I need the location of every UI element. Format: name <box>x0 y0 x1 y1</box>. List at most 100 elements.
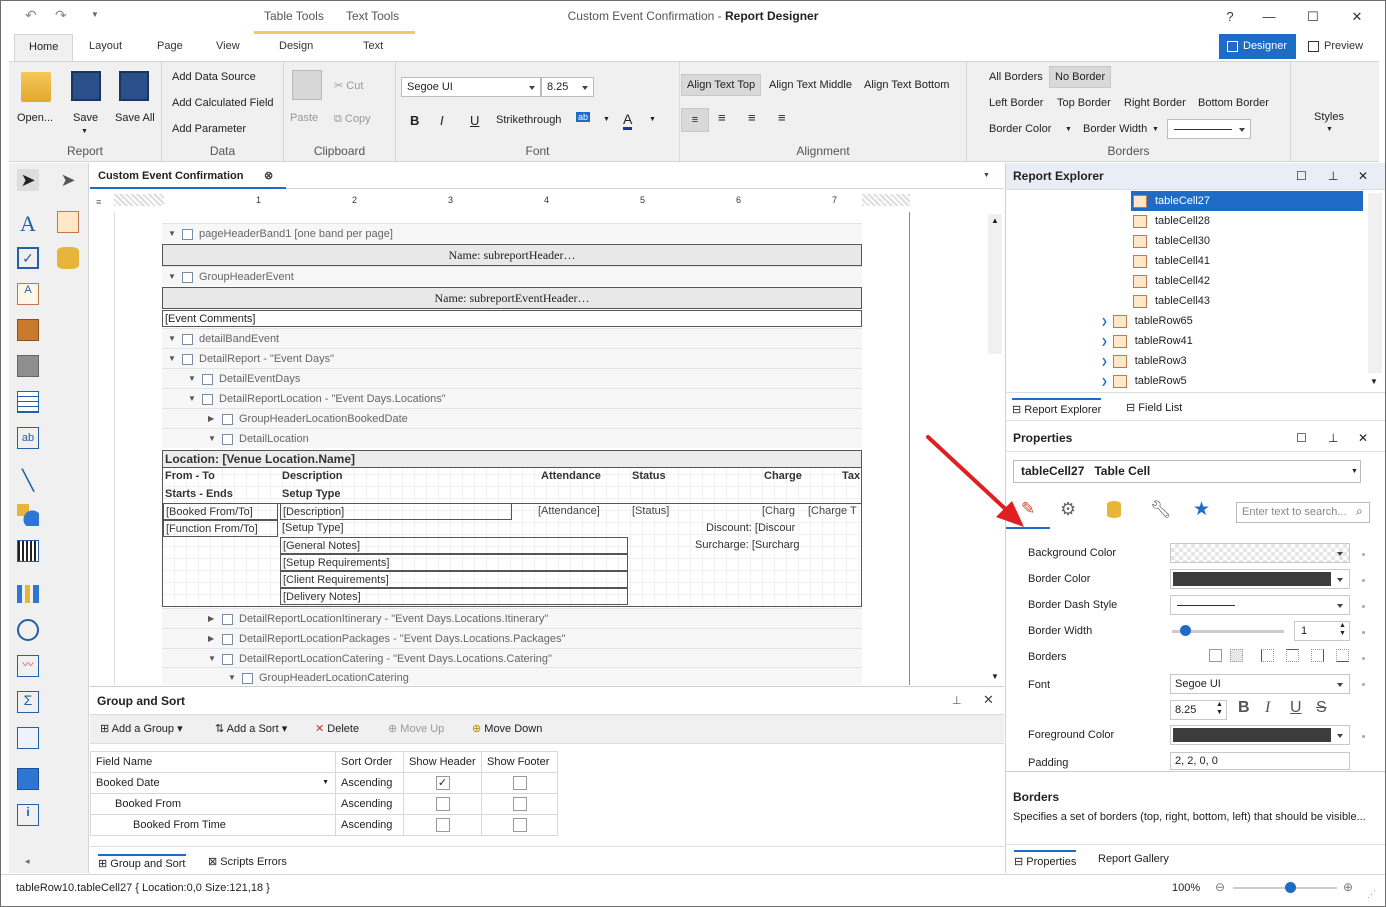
border-right-icon[interactable] <box>1311 649 1324 662</box>
close-properties-icon[interactable]: ✕ <box>1358 425 1368 452</box>
tree-item-row65[interactable]: ❯ tableRow65 <box>1101 311 1193 331</box>
close-document-icon[interactable]: ⊗ <box>264 169 273 182</box>
show-header-checkbox[interactable]: ✓ <box>435 776 450 790</box>
tree-item-cell43[interactable]: tableCell43 <box>1133 291 1210 311</box>
charge-cell[interactable]: [Charg <box>760 503 802 520</box>
show-header-checkbox[interactable] <box>435 818 450 832</box>
band-group-header-catering[interactable]: ▼ GroupHeaderLocationCatering <box>162 667 862 685</box>
scripts-errors-tab[interactable]: ⊠ Scripts Errors <box>208 855 287 868</box>
align-text-bottom-button[interactable]: Align Text Bottom <box>864 79 949 91</box>
field-name-cell[interactable]: Booked From <box>90 793 336 815</box>
general-notes-cell[interactable]: [General Notes] <box>280 537 628 554</box>
delete-button[interactable]: ✕ Delete <box>315 722 359 735</box>
border-width-button[interactable]: Border Width <box>1083 123 1147 135</box>
summary-icon[interactable]: Σ <box>17 691 39 713</box>
align-left-button[interactable]: ≡ <box>681 108 709 132</box>
tab-page[interactable]: Page <box>157 40 183 52</box>
top-border-button[interactable]: Top Border <box>1057 97 1111 109</box>
border-top-icon[interactable] <box>1286 649 1299 662</box>
open-button[interactable]: Open... <box>17 112 53 124</box>
sort-order-cell[interactable]: Ascending <box>335 793 404 815</box>
band-detail-location[interactable]: ▼ DetailLocation <box>162 428 862 448</box>
table-row[interactable]: Booked From Ascending <box>90 793 558 815</box>
styles-button[interactable]: Styles <box>1314 111 1344 123</box>
pin-properties-icon[interactable]: ⊥ <box>1328 425 1338 452</box>
design-surface[interactable]: ≡ 1 2 3 4 5 6 7 ▼ pageHeaderBand1 [one ba… <box>90 190 1004 685</box>
header-attendance[interactable]: Attendance <box>539 468 629 485</box>
search-icon[interactable]: ⌕ <box>1356 504 1363 519</box>
tree-item-cell30[interactable]: tableCell30 <box>1133 231 1210 251</box>
tree-item-row5[interactable]: ❯ tableRow5 <box>1101 371 1187 391</box>
subheader-starts-ends[interactable]: Starts - Ends <box>163 486 278 503</box>
border-left-icon[interactable] <box>1261 649 1274 662</box>
label-icon[interactable]: A <box>17 211 39 236</box>
expand-icon[interactable]: ❯ <box>1101 377 1108 386</box>
barcode-icon[interactable] <box>17 540 39 562</box>
band-group-header-event[interactable]: ▼ GroupHeaderEvent <box>162 266 862 286</box>
description-cell[interactable]: [Description] <box>280 503 512 520</box>
maximize-properties-icon[interactable]: ☐ <box>1296 425 1307 452</box>
align-text-top-button[interactable]: Align Text Top <box>681 74 762 96</box>
show-footer-checkbox[interactable] <box>512 818 527 832</box>
subheader-setup-type[interactable]: Setup Type <box>280 486 530 503</box>
setup-type-cell[interactable]: [Setup Type] <box>280 520 512 537</box>
no-border-button[interactable]: No Border <box>1049 66 1112 88</box>
save-all-button[interactable]: Save All <box>115 112 155 124</box>
border-color-button[interactable]: Border Color <box>989 123 1051 135</box>
tab-home[interactable]: Home <box>14 34 74 62</box>
property-search-input[interactable]: Enter text to search... <box>1236 502 1370 523</box>
col-show-header[interactable]: Show Header <box>403 751 482 773</box>
band-packages[interactable]: ▶ DetailReportLocationPackages - "Event D… <box>162 628 862 648</box>
design-vertical-scrollbar[interactable] <box>988 214 1002 354</box>
pointer-icon[interactable]: ➤ <box>17 169 39 191</box>
add-calculated-field-button[interactable]: Add Calculated Field <box>172 97 274 109</box>
show-footer-checkbox[interactable] <box>512 797 527 811</box>
database-icon[interactable] <box>57 247 79 269</box>
table-grid-icon[interactable] <box>17 391 39 413</box>
show-header-checkbox[interactable] <box>435 797 450 811</box>
band-group-header-booked[interactable]: ▶ GroupHeaderLocationBookedDate <box>162 408 862 428</box>
line-icon[interactable]: ╲ <box>17 468 39 492</box>
setup-requirements-cell[interactable]: [Setup Requirements] <box>280 554 628 571</box>
tree-item-row41[interactable]: ❯ tableRow41 <box>1101 331 1193 351</box>
behavior-gear-icon[interactable]: ⚙ <box>1060 499 1084 520</box>
page-info-icon[interactable] <box>17 727 39 749</box>
prop-bold-button[interactable]: B <box>1238 699 1250 717</box>
border-bottom-icon[interactable] <box>1336 649 1349 662</box>
table-row[interactable]: Booked Date ▼ Ascending ✓ <box>90 772 558 794</box>
picture-box-icon[interactable] <box>17 319 39 341</box>
add-sort-button[interactable]: ⇅ Add a Sort ▾ <box>215 722 287 735</box>
maximize-button[interactable]: ☐ <box>1293 5 1333 29</box>
pin-icon[interactable]: ⊥ <box>952 694 962 707</box>
field-name-cell[interactable]: Booked From Time <box>90 814 336 836</box>
prop-underline-button[interactable]: U <box>1290 699 1302 717</box>
design-wrench-icon[interactable]: 🔧︎ <box>1150 500 1172 520</box>
border-color-value[interactable] <box>1170 569 1350 589</box>
sort-order-cell[interactable]: Ascending <box>335 772 404 794</box>
toolbox-scroll-icon[interactable]: ◂ <box>25 856 30 867</box>
tree-item-cell41[interactable]: tableCell41 <box>1133 251 1210 271</box>
font-color-button[interactable]: A <box>623 111 633 130</box>
report-gallery-tab[interactable]: Report Gallery <box>1098 853 1169 865</box>
cut-button[interactable]: ✂ Cut <box>334 79 363 92</box>
bold-button[interactable]: B <box>410 113 419 128</box>
resize-grip-icon[interactable]: ⋰ <box>1367 889 1376 900</box>
shape-icon[interactable] <box>17 504 39 526</box>
highlight-dropdown-icon[interactable]: ▼ <box>603 116 610 123</box>
preview-mode-button[interactable]: Preview <box>1300 34 1370 59</box>
border-color-dropdown-icon[interactable]: ▼ <box>1065 126 1072 133</box>
close-panel-icon[interactable]: ✕ <box>983 692 994 708</box>
col-show-footer[interactable]: Show Footer <box>481 751 558 773</box>
col-field-name[interactable]: Field Name <box>90 751 336 773</box>
underline-button[interactable]: U <box>470 113 479 128</box>
tab-text[interactable]: Text <box>363 40 383 52</box>
explorer-scrollbar[interactable] <box>1368 193 1382 373</box>
help-button[interactable]: ? <box>1210 5 1250 29</box>
zoom-in-icon[interactable]: ⊕ <box>1343 880 1353 894</box>
paste-button[interactable]: Paste <box>290 112 318 124</box>
designer-mode-button[interactable]: Designer <box>1219 34 1296 59</box>
add-parameter-button[interactable]: Add Parameter <box>172 123 246 135</box>
client-requirements-cell[interactable]: [Client Requirements] <box>280 571 628 588</box>
document-tab[interactable]: Custom Event Confirmation ⊗ <box>90 163 286 189</box>
tab-design[interactable]: Design <box>279 40 313 52</box>
